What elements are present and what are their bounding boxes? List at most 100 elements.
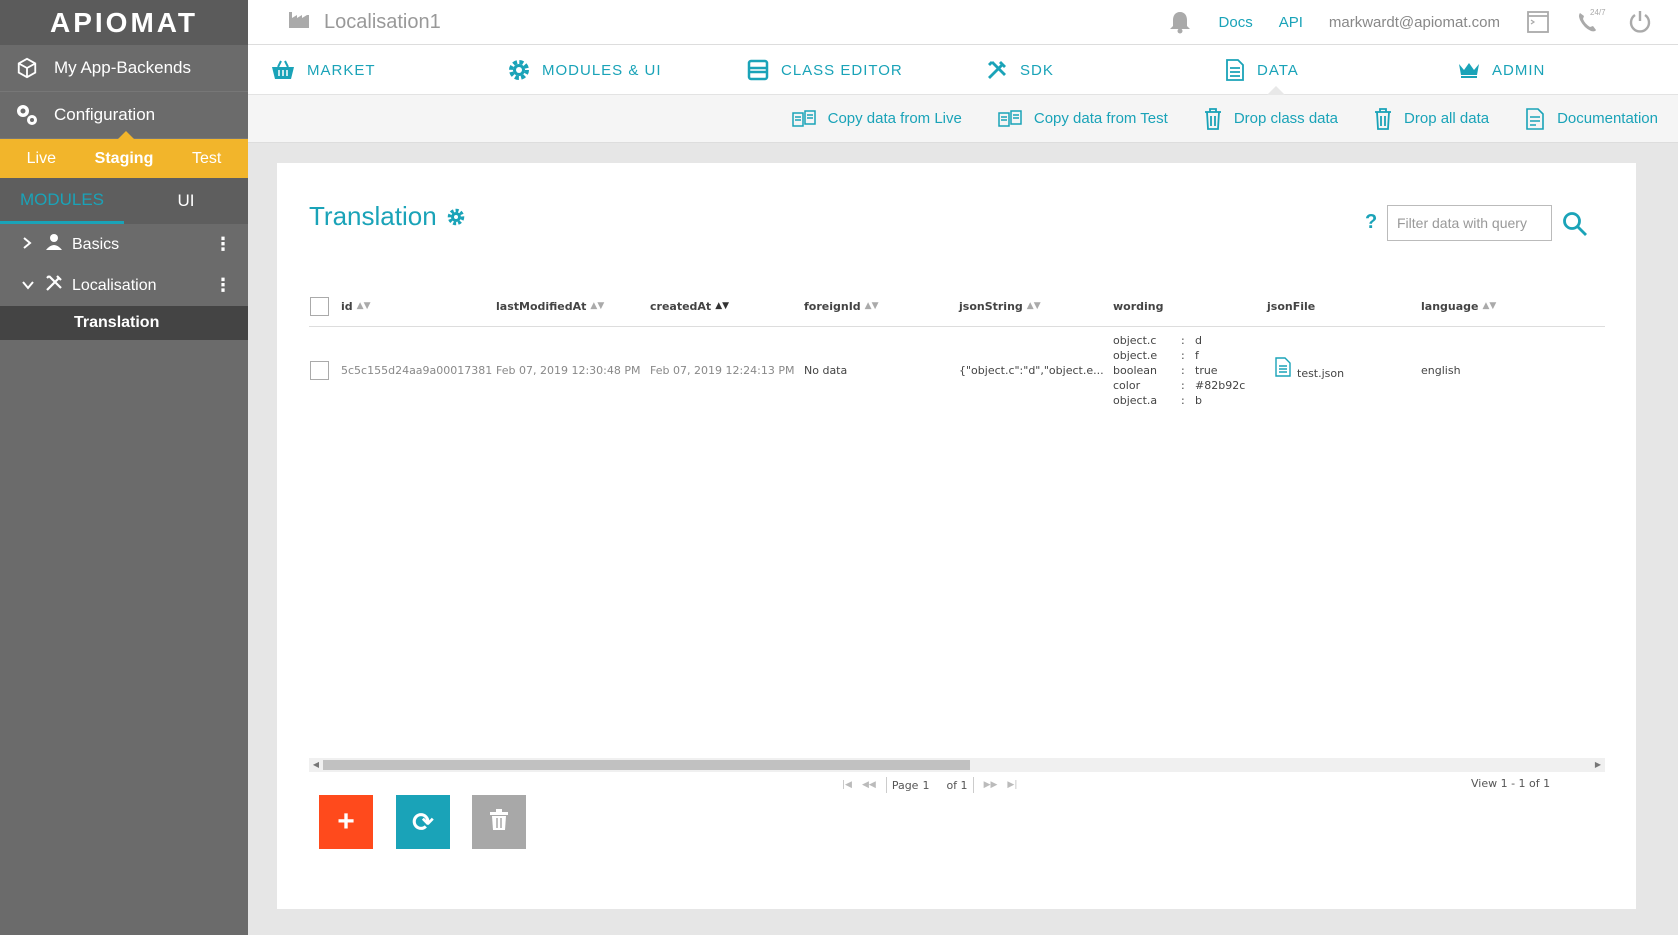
env-live[interactable]: Live <box>0 150 83 168</box>
next-page-icon[interactable]: ▶▶ <box>984 780 998 790</box>
page-number-input[interactable]: 1 <box>922 779 944 792</box>
copy-data-icon <box>998 109 1022 128</box>
action-label: Documentation <box>1557 110 1658 127</box>
cell-language: english <box>1421 364 1461 377</box>
chevron-right-icon[interactable] <box>22 237 38 252</box>
tab-data[interactable]: DATA <box>1225 45 1299 95</box>
window-icon <box>747 59 769 81</box>
cube-icon <box>14 55 40 81</box>
column-header-jsonstring[interactable]: jsonString ▲▼ <box>959 285 1041 327</box>
scroll-left-icon[interactable]: ◀ <box>309 758 323 772</box>
wording-entry: color: #82b92c <box>1113 379 1246 392</box>
page-label: Page <box>891 778 919 792</box>
app-selector[interactable]: Localisation1 <box>248 9 441 35</box>
user-email[interactable]: markwardt@apiomat.com <box>1329 14 1500 31</box>
file-name[interactable]: test.json <box>1297 367 1344 380</box>
api-link[interactable]: API <box>1279 14 1303 31</box>
tab-sdk[interactable]: SDK <box>986 45 1054 95</box>
kebab-menu-icon[interactable]: ⋮ <box>214 234 232 255</box>
row-checkbox[interactable] <box>310 361 329 380</box>
last-page-icon[interactable]: ▶| <box>1007 780 1017 790</box>
column-header-wording: wording <box>1113 285 1164 327</box>
user-icon <box>42 233 66 256</box>
doc-icon <box>1525 107 1545 130</box>
tree-item-basics[interactable]: Basics ⋮ <box>0 224 248 265</box>
sidebar-item-my-app-backends[interactable]: My App-Backends <box>0 45 248 92</box>
column-label: id <box>341 299 353 313</box>
support-phone-icon[interactable]: 24/7 <box>1576 8 1606 34</box>
drop-all-data-button[interactable]: Drop all data <box>1374 107 1490 130</box>
env-test[interactable]: Test <box>165 150 248 168</box>
action-label: Copy data from Test <box>1033 110 1168 127</box>
plus-icon: + <box>337 805 355 838</box>
tab-class-editor[interactable]: CLASS EDITOR <box>747 45 903 95</box>
gears-icon <box>14 102 40 128</box>
documentation-button[interactable]: Documentation <box>1525 107 1658 130</box>
first-page-icon[interactable]: |◀ <box>842 780 852 790</box>
column-header-language[interactable]: language ▲▼ <box>1421 285 1496 327</box>
cell-lastmodifiedat: Feb 07, 2019 12:30:48 PM <box>496 364 641 377</box>
cell-jsonfile[interactable]: test.json <box>1275 357 1344 380</box>
env-staging[interactable]: Staging <box>83 150 166 168</box>
topbar: Localisation1 Docs API markwardt@apiomat… <box>248 0 1678 45</box>
help-icon[interactable]: ? <box>1365 211 1377 234</box>
drop-class-data-button[interactable]: Drop class data <box>1204 107 1339 130</box>
column-header-createdat[interactable]: createdAt ▲▼ <box>650 285 729 327</box>
power-icon[interactable] <box>1628 10 1652 34</box>
kebab-menu-icon[interactable]: ⋮ <box>214 275 232 296</box>
table-row[interactable]: 5c5c155d24aa9a00017381 Feb 07, 2019 12:3… <box>309 327 1605 417</box>
action-label: Drop all data <box>1404 110 1490 127</box>
chevron-down-icon[interactable] <box>22 278 38 293</box>
action-label: Copy data from Live <box>827 110 962 127</box>
tab-admin[interactable]: ADMIN <box>1458 45 1545 95</box>
data-actions-bar: Copy data from Live Copy data from Test … <box>248 95 1678 143</box>
copy-from-test-button[interactable]: Copy data from Test <box>998 109 1168 128</box>
table-header: id ▲▼ lastModifiedAt ▲▼ createdAt ▲▼ foreig… <box>309 285 1605 327</box>
factory-icon <box>288 9 310 35</box>
filter-query-input[interactable] <box>1387 205 1552 241</box>
horizontal-scrollbar[interactable]: ◀ ▶ <box>309 758 1605 772</box>
sidebar: APIOMAT My App-Backends Configuration Li… <box>0 0 248 935</box>
pager-divider <box>972 777 974 793</box>
apiomat-logo[interactable]: APIOMAT <box>0 0 248 45</box>
terminal-icon[interactable] <box>1526 10 1550 34</box>
gear-icon[interactable] <box>447 208 465 226</box>
tab-modules-ui[interactable]: MODULES & UI <box>508 45 662 95</box>
add-object-button[interactable]: + <box>319 795 373 849</box>
tree-item-label: Translation <box>74 314 160 331</box>
tab-ui[interactable]: UI <box>124 178 248 224</box>
column-header-id[interactable]: id ▲▼ <box>341 285 371 327</box>
action-label: Drop class data <box>1233 110 1339 127</box>
tab-market[interactable]: MARKET <box>271 45 376 95</box>
wording-entry: boolean: true <box>1113 364 1218 377</box>
scrollbar-thumb[interactable] <box>323 760 970 770</box>
cell-createdat: Feb 07, 2019 12:24:13 PM <box>650 364 795 377</box>
tools-icon <box>42 273 66 298</box>
copy-from-live-button[interactable]: Copy data from Live <box>791 109 962 128</box>
scroll-right-icon[interactable]: ▶ <box>1591 758 1605 772</box>
refresh-icon: ⟳ <box>412 807 434 837</box>
environment-switcher: Live Staging Test <box>0 131 248 178</box>
tree-item-localisation[interactable]: Localisation ⋮ <box>0 265 248 306</box>
prev-page-icon[interactable]: ◀◀ <box>862 780 876 790</box>
select-all-checkbox[interactable] <box>310 285 329 327</box>
trash-icon <box>489 808 509 836</box>
tree-item-label: Localisation <box>72 276 157 294</box>
search-icon[interactable] <box>1562 211 1588 237</box>
docs-link[interactable]: Docs <box>1219 14 1253 31</box>
main-nav: MARKET MODULES & UI CLASS EDITOR SDK DAT… <box>248 45 1678 95</box>
refresh-button[interactable]: ⟳ <box>396 795 450 849</box>
cell-foreignid: No data <box>804 364 848 377</box>
bell-icon[interactable] <box>1167 9 1193 35</box>
document-icon <box>1225 59 1245 81</box>
column-label: createdAt <box>650 299 712 313</box>
tree-item-translation[interactable]: Translation <box>0 306 248 340</box>
trash-icon <box>1374 107 1392 130</box>
trash-icon <box>1204 107 1222 130</box>
wording-entry: object.e: f <box>1113 349 1199 362</box>
column-header-lastmodifiedat[interactable]: lastModifiedAt ▲▼ <box>496 285 604 327</box>
pager-divider <box>885 777 887 793</box>
column-header-foreignid[interactable]: foreignId ▲▼ <box>804 285 879 327</box>
tab-modules[interactable]: MODULES <box>0 178 124 224</box>
delete-button[interactable] <box>472 795 526 849</box>
